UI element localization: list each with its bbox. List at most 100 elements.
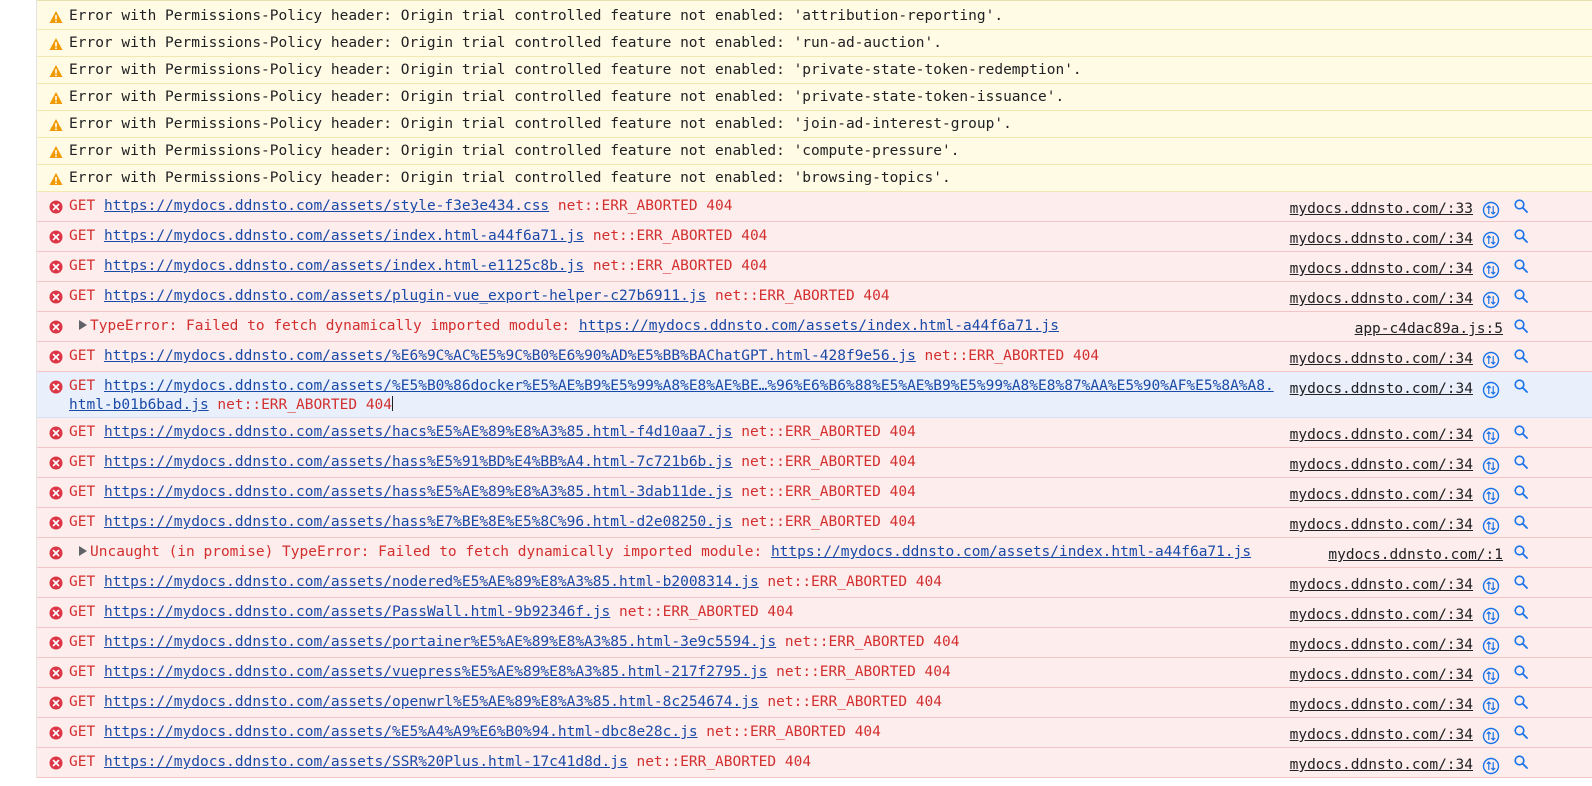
source-location-link[interactable]: mydocs.ddnsto.com/:34 xyxy=(1290,261,1473,277)
network-request-icon[interactable] xyxy=(1482,201,1500,219)
source-location-link[interactable]: mydocs.ddnsto.com/:34 xyxy=(1290,351,1473,367)
console-error-row[interactable]: GET https://mydocs.ddnsto.com/assets/por… xyxy=(37,628,1592,658)
network-request-icon[interactable] xyxy=(1482,487,1500,505)
search-icon[interactable] xyxy=(1513,574,1529,590)
source-location-link[interactable]: mydocs.ddnsto.com/:34 xyxy=(1290,487,1473,503)
source-location-link[interactable]: mydocs.ddnsto.com/:34 xyxy=(1290,427,1473,443)
console-warning-row[interactable]: Error with Permissions-Policy header: Or… xyxy=(37,138,1592,165)
console-warning-row[interactable]: Error with Permissions-Policy header: Or… xyxy=(37,84,1592,111)
console-error-row[interactable]: GET https://mydocs.ddnsto.com/assets/%E6… xyxy=(37,342,1592,372)
search-icon[interactable] xyxy=(1513,198,1529,214)
search-icon[interactable] xyxy=(1513,754,1529,770)
source-location-link[interactable]: mydocs.ddnsto.com/:34 xyxy=(1290,291,1473,307)
console-warning-row[interactable]: Error with Permissions-Policy header: Or… xyxy=(37,165,1592,192)
console-error-row[interactable]: GET https://mydocs.ddnsto.com/assets/has… xyxy=(37,448,1592,478)
search-icon[interactable] xyxy=(1513,694,1529,710)
console-warning-row[interactable]: Error with Permissions-Policy header: Or… xyxy=(37,111,1592,138)
source-location-link[interactable]: mydocs.ddnsto.com/:34 xyxy=(1290,607,1473,623)
search-icon[interactable] xyxy=(1513,664,1529,680)
search-icon[interactable] xyxy=(1513,724,1529,740)
search-icon[interactable] xyxy=(1513,258,1529,274)
console-error-row[interactable]: GET https://mydocs.ddnsto.com/assets/ope… xyxy=(37,688,1592,718)
search-icon[interactable] xyxy=(1513,454,1529,470)
source-location-link[interactable]: mydocs.ddnsto.com/:34 xyxy=(1290,757,1473,773)
search-icon[interactable] xyxy=(1513,318,1529,334)
search-icon[interactable] xyxy=(1513,514,1529,530)
search-icon[interactable] xyxy=(1513,544,1529,560)
console-error-row[interactable]: GET https://mydocs.ddnsto.com/assets/plu… xyxy=(37,282,1592,312)
console-error-row[interactable]: GET https://mydocs.ddnsto.com/assets/has… xyxy=(37,478,1592,508)
network-request-icon[interactable] xyxy=(1482,381,1500,399)
request-url-link[interactable]: https://mydocs.ddnsto.com/assets/SSR%20P… xyxy=(104,754,628,770)
request-url-link[interactable]: https://mydocs.ddnsto.com/assets/hass%E5… xyxy=(104,454,733,470)
request-url-link[interactable]: https://mydocs.ddnsto.com/assets/nodered… xyxy=(104,574,759,590)
search-icon[interactable] xyxy=(1513,484,1529,500)
console-error-row[interactable]: GET https://mydocs.ddnsto.com/assets/Pas… xyxy=(37,598,1592,628)
network-request-icon[interactable] xyxy=(1482,607,1500,625)
source-location-link[interactable]: mydocs.ddnsto.com/:34 xyxy=(1290,517,1473,533)
request-url-link[interactable]: https://mydocs.ddnsto.com/assets/%E5%A4%… xyxy=(104,724,698,740)
request-url-link[interactable]: https://mydocs.ddnsto.com/assets/openwrl… xyxy=(104,694,759,710)
console-error-row[interactable]: Uncaught (in promise) TypeError: Failed … xyxy=(37,538,1592,568)
source-location-link[interactable]: mydocs.ddnsto.com/:34 xyxy=(1290,457,1473,473)
request-url-link[interactable]: https://mydocs.ddnsto.com/assets/PassWal… xyxy=(104,604,610,620)
console-warning-row[interactable]: Error with Permissions-Policy header: Or… xyxy=(37,30,1592,57)
request-url-link[interactable]: https://mydocs.ddnsto.com/assets/hacs%E5… xyxy=(104,424,733,440)
search-icon[interactable] xyxy=(1513,348,1529,364)
source-location-link[interactable]: app-c4dac89a.js:5 xyxy=(1355,321,1503,337)
network-request-icon[interactable] xyxy=(1482,351,1500,369)
request-url-link[interactable]: https://mydocs.ddnsto.com/assets/hass%E7… xyxy=(104,514,733,530)
source-location-link[interactable]: mydocs.ddnsto.com/:34 xyxy=(1290,727,1473,743)
source-location-link[interactable]: mydocs.ddnsto.com/:33 xyxy=(1290,201,1473,217)
console-error-row[interactable]: GET https://mydocs.ddnsto.com/assets/hac… xyxy=(37,418,1592,448)
network-request-icon[interactable] xyxy=(1482,757,1500,775)
request-url-link[interactable]: https://mydocs.ddnsto.com/assets/hass%E5… xyxy=(104,484,733,500)
console-error-row[interactable]: GET https://mydocs.ddnsto.com/assets/%E5… xyxy=(37,718,1592,748)
source-location-link[interactable]: mydocs.ddnsto.com/:1 xyxy=(1328,547,1503,563)
console-warning-row[interactable]: Error with Permissions-Policy header: Or… xyxy=(37,0,1592,30)
source-location-link[interactable]: mydocs.ddnsto.com/:34 xyxy=(1290,577,1473,593)
network-request-icon[interactable] xyxy=(1482,427,1500,445)
source-location-link[interactable]: mydocs.ddnsto.com/:34 xyxy=(1290,637,1473,653)
network-request-icon[interactable] xyxy=(1482,577,1500,595)
network-request-icon[interactable] xyxy=(1482,231,1500,249)
request-url-link[interactable]: https://mydocs.ddnsto.com/assets/vuepres… xyxy=(104,664,767,680)
search-icon[interactable] xyxy=(1513,378,1529,394)
console-error-row[interactable]: GET https://mydocs.ddnsto.com/assets/nod… xyxy=(37,568,1592,598)
network-request-icon[interactable] xyxy=(1482,261,1500,279)
console-error-row[interactable]: GET https://mydocs.ddnsto.com/assets/SSR… xyxy=(37,748,1592,778)
source-location-link[interactable]: mydocs.ddnsto.com/:34 xyxy=(1290,231,1473,247)
console-error-row[interactable]: GET https://mydocs.ddnsto.com/assets/vue… xyxy=(37,658,1592,688)
request-url-link[interactable]: https://mydocs.ddnsto.com/assets/%E6%9C%… xyxy=(104,348,916,364)
search-icon[interactable] xyxy=(1513,288,1529,304)
source-location-link[interactable]: mydocs.ddnsto.com/:34 xyxy=(1290,697,1473,713)
request-url-link[interactable]: https://mydocs.ddnsto.com/assets/plugin-… xyxy=(104,288,706,304)
expand-triangle-icon[interactable] xyxy=(79,546,87,556)
console-error-row[interactable]: GET https://mydocs.ddnsto.com/assets/ind… xyxy=(37,252,1592,282)
search-icon[interactable] xyxy=(1513,228,1529,244)
request-url-link[interactable]: https://mydocs.ddnsto.com/assets/portain… xyxy=(104,634,776,650)
source-location-link[interactable]: mydocs.ddnsto.com/:34 xyxy=(1290,667,1473,683)
search-icon[interactable] xyxy=(1513,424,1529,440)
console-error-row[interactable]: TypeError: Failed to fetch dynamically i… xyxy=(37,312,1592,342)
network-request-icon[interactable] xyxy=(1482,291,1500,309)
search-icon[interactable] xyxy=(1513,604,1529,620)
network-request-icon[interactable] xyxy=(1482,637,1500,655)
network-request-icon[interactable] xyxy=(1482,727,1500,745)
console-warning-row[interactable]: Error with Permissions-Policy header: Or… xyxy=(37,57,1592,84)
network-request-icon[interactable] xyxy=(1482,667,1500,685)
request-url-link[interactable]: https://mydocs.ddnsto.com/assets/style-f… xyxy=(104,198,549,214)
request-url-link[interactable]: https://mydocs.ddnsto.com/assets/index.h… xyxy=(104,258,584,274)
request-url-link[interactable]: https://mydocs.ddnsto.com/assets/index.h… xyxy=(104,228,584,244)
console-error-row[interactable]: GET https://mydocs.ddnsto.com/assets/has… xyxy=(37,508,1592,538)
network-request-icon[interactable] xyxy=(1482,697,1500,715)
console-error-row[interactable]: GET https://mydocs.ddnsto.com/assets/%E5… xyxy=(37,372,1592,418)
expand-triangle-icon[interactable] xyxy=(79,320,87,330)
module-url-link[interactable]: https://mydocs.ddnsto.com/assets/index.h… xyxy=(771,544,1251,560)
network-request-icon[interactable] xyxy=(1482,517,1500,535)
console-error-row[interactable]: GET https://mydocs.ddnsto.com/assets/ind… xyxy=(37,222,1592,252)
search-icon[interactable] xyxy=(1513,634,1529,650)
source-location-link[interactable]: mydocs.ddnsto.com/:34 xyxy=(1290,381,1473,397)
network-request-icon[interactable] xyxy=(1482,457,1500,475)
console-error-row[interactable]: GET https://mydocs.ddnsto.com/assets/sty… xyxy=(37,192,1592,222)
